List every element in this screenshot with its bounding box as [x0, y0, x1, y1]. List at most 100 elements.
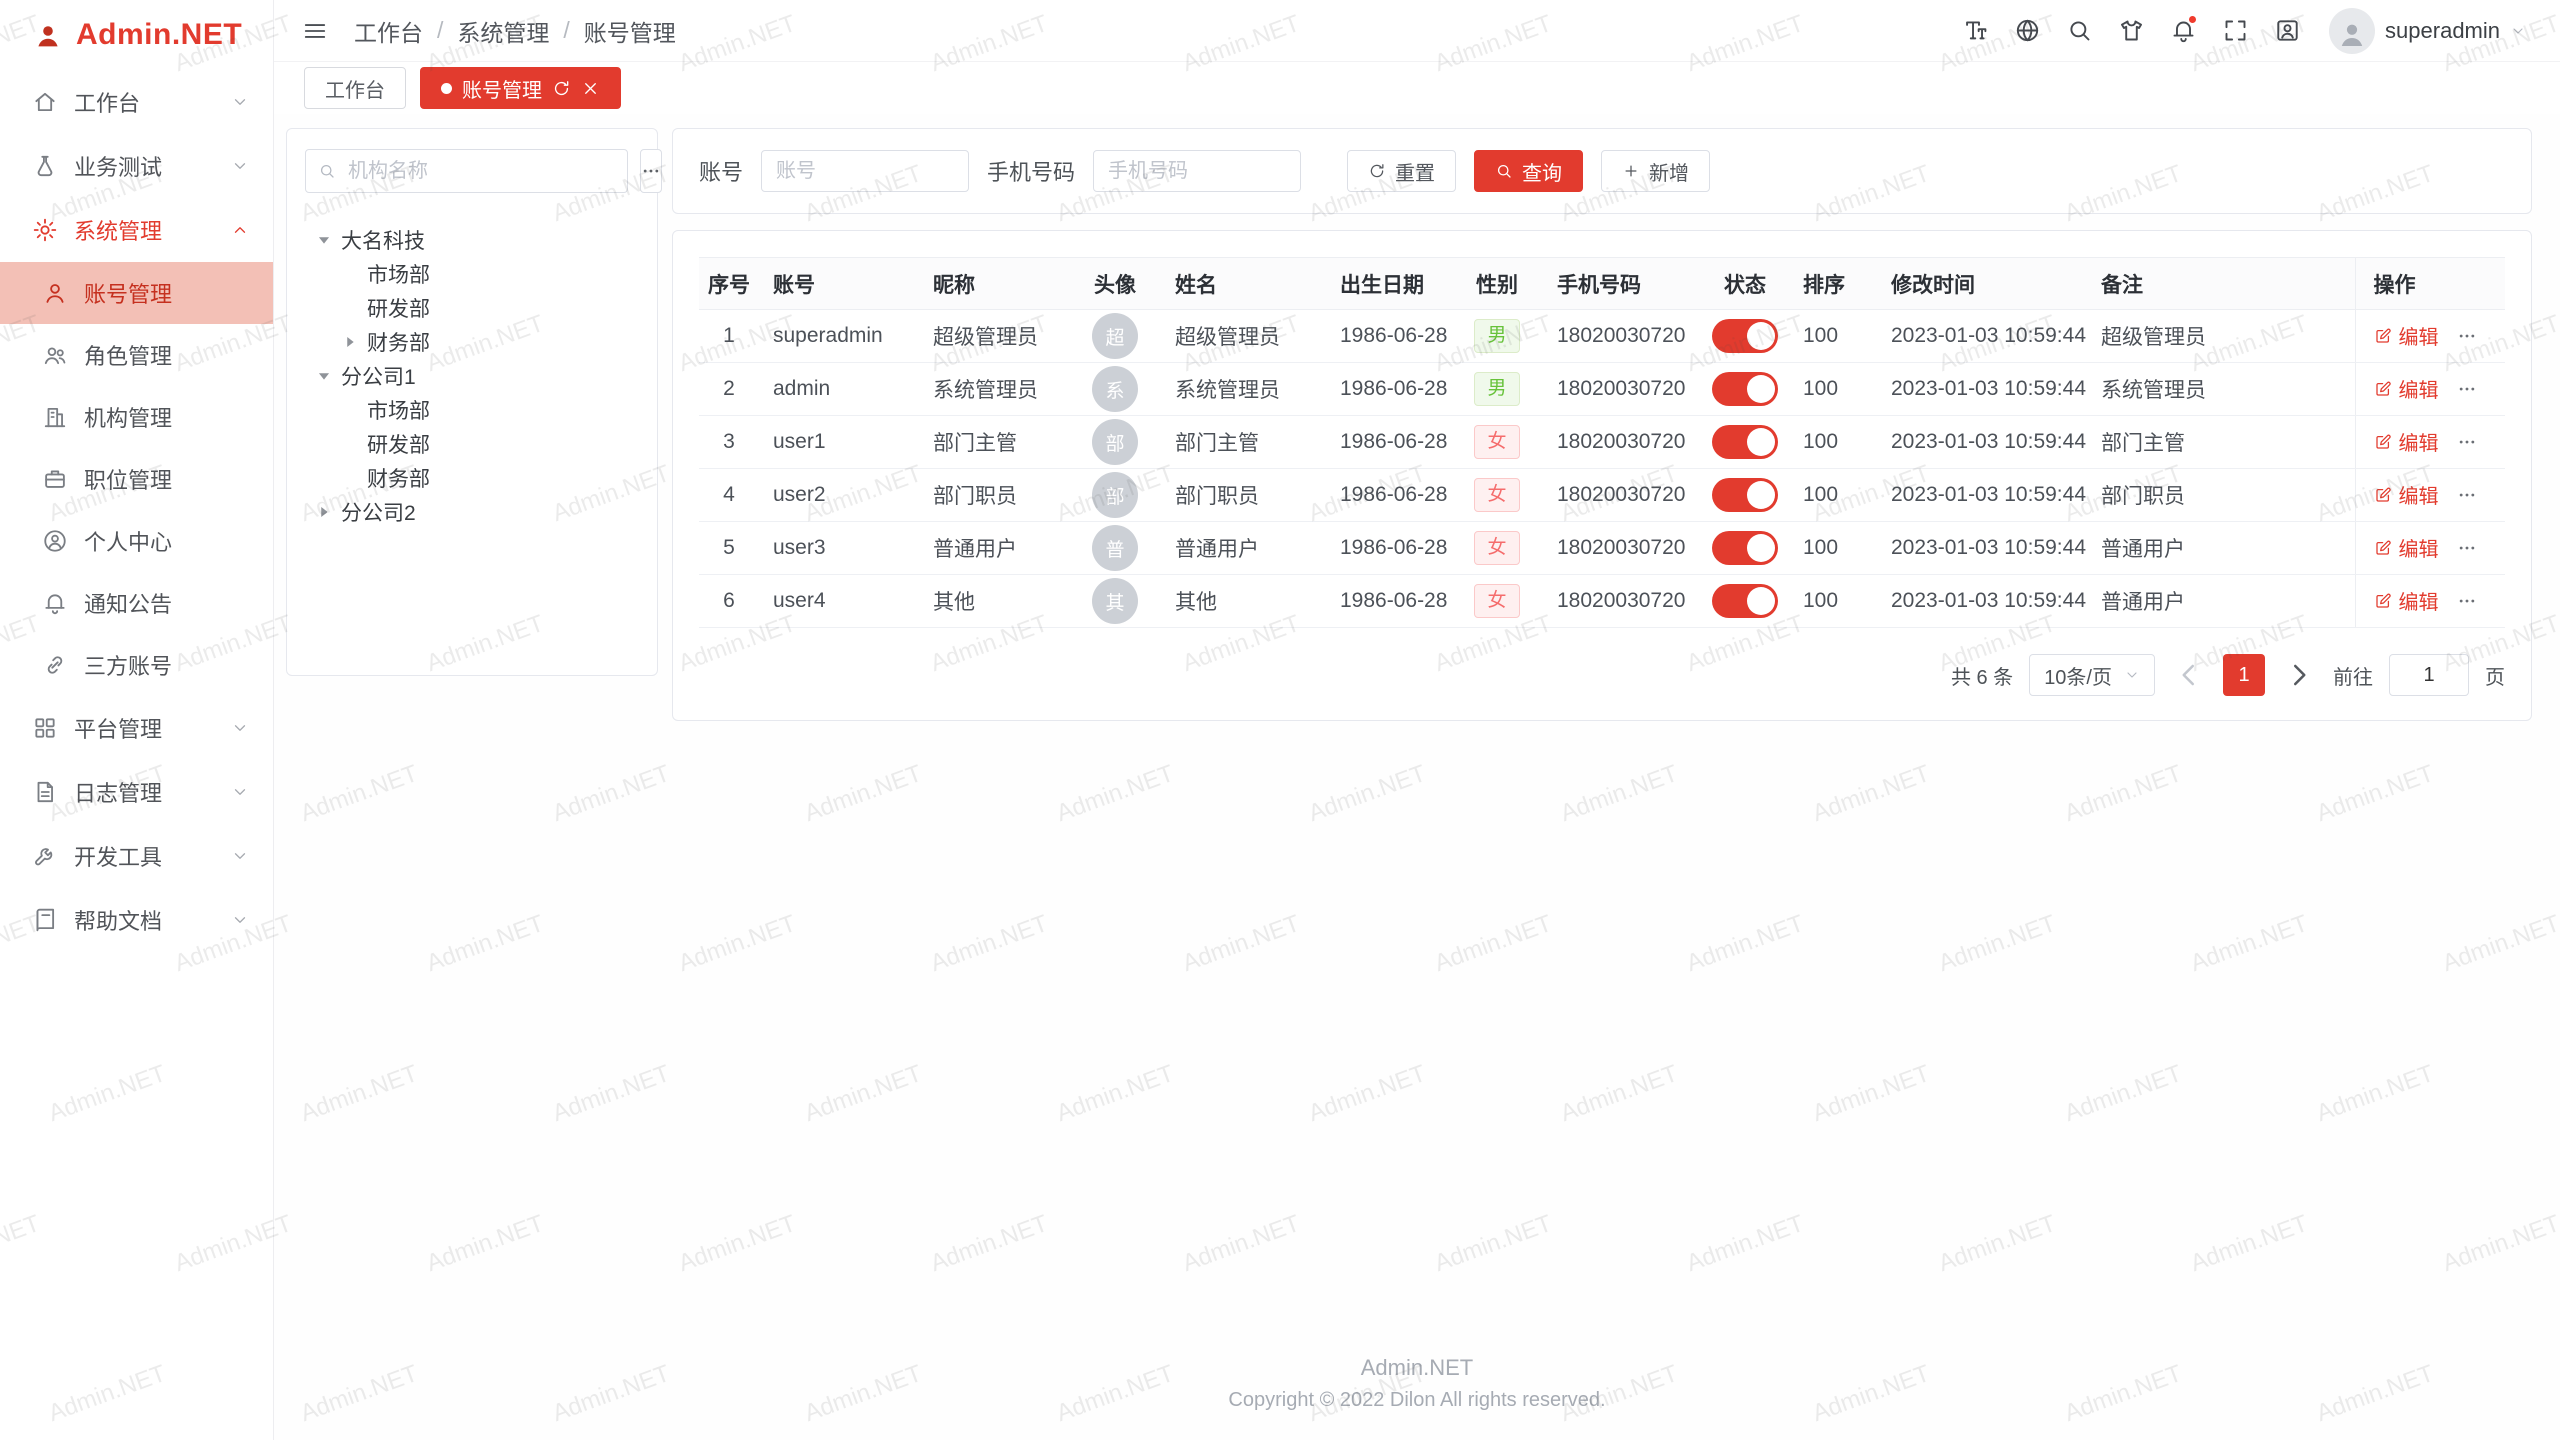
sidebar-item-platform-mgmt[interactable]: 平台管理: [0, 696, 273, 760]
status-toggle[interactable]: [1712, 584, 1778, 618]
row-remark: 系统管理员: [2101, 379, 2206, 402]
user-icon: [42, 280, 68, 306]
more-icon[interactable]: [2457, 538, 2477, 558]
phone-input[interactable]: [1093, 150, 1301, 192]
search-icon[interactable]: [2057, 9, 2101, 53]
table-row[interactable]: 1superadmin超级管理员超超级管理员1986-06-28男1802003…: [699, 310, 2505, 363]
tab-label: 工作台: [325, 74, 385, 103]
caret-down-icon[interactable]: [313, 229, 335, 251]
sidebar-item-org-mgmt[interactable]: 机构管理: [0, 386, 273, 448]
caret-right-icon[interactable]: [339, 331, 361, 353]
sidebar-item-personal-center[interactable]: 个人中心: [0, 510, 273, 572]
row-nickname: 部门职员: [933, 485, 1017, 508]
sidebar-item-third-party-account[interactable]: 三方账号: [0, 634, 273, 696]
account-label: 账号: [699, 155, 743, 187]
search-button[interactable]: 查询: [1474, 150, 1583, 192]
reset-button[interactable]: 重置: [1347, 150, 1456, 192]
table-row[interactable]: 4user2部门职员部部门职员1986-06-28女18020030720100…: [699, 469, 2505, 522]
more-icon[interactable]: [2457, 485, 2477, 505]
sidebar-item-notice[interactable]: 通知公告: [0, 572, 273, 634]
prev-page-button[interactable]: [2171, 657, 2207, 693]
font-size-icon[interactable]: [1953, 9, 1997, 53]
tab-account-mgmt[interactable]: 账号管理: [420, 67, 621, 109]
edit-button[interactable]: 编辑: [2374, 586, 2439, 615]
tree-node[interactable]: 市场部: [305, 393, 639, 427]
hamburger-icon[interactable]: [302, 18, 328, 44]
org-more-button[interactable]: [640, 149, 662, 193]
caret-down-icon[interactable]: [313, 365, 335, 387]
table-row[interactable]: 2admin系统管理员系系统管理员1986-06-28男180200307201…: [699, 363, 2505, 416]
more-icon[interactable]: [2457, 432, 2477, 452]
tab-refresh-icon[interactable]: [552, 79, 571, 98]
row-avatar: 普: [1092, 525, 1138, 571]
table-row[interactable]: 5user3普通用户普普通用户1986-06-28女18020030720100…: [699, 522, 2505, 575]
status-toggle[interactable]: [1712, 319, 1778, 353]
caret-right-icon[interactable]: [313, 501, 335, 523]
breadcrumb-item[interactable]: 账号管理: [584, 14, 676, 48]
status-toggle[interactable]: [1712, 372, 1778, 406]
tab-workbench[interactable]: 工作台: [304, 67, 406, 109]
edit-icon: [2374, 592, 2392, 610]
breadcrumb-item[interactable]: 系统管理: [457, 14, 549, 48]
status-toggle[interactable]: [1712, 425, 1778, 459]
sidebar-item-help-docs[interactable]: 帮助文档: [0, 888, 273, 952]
tab-label: 账号管理: [462, 74, 542, 103]
table-column-header: 状态: [1701, 258, 1789, 310]
tree-node[interactable]: 财务部: [305, 461, 639, 495]
table-header-row: 序号账号昵称头像姓名出生日期性别手机号码状态排序修改时间备注操作: [699, 258, 2505, 310]
row-name: 其他: [1175, 591, 1217, 614]
sidebar-item-position-mgmt[interactable]: 职位管理: [0, 448, 273, 510]
edit-button[interactable]: 编辑: [2374, 533, 2439, 562]
tree-node[interactable]: 分公司1: [305, 359, 639, 393]
tree-node[interactable]: 大名科技: [305, 223, 639, 257]
tree-node[interactable]: 财务部: [305, 325, 639, 359]
more-icon[interactable]: [2457, 379, 2477, 399]
sidebar-item-role-mgmt[interactable]: 角色管理: [0, 324, 273, 386]
tree-node[interactable]: 市场部: [305, 257, 639, 291]
sidebar-item-account-mgmt[interactable]: 账号管理: [0, 262, 273, 324]
status-toggle[interactable]: [1712, 478, 1778, 512]
row-sort: 100: [1803, 377, 1838, 400]
sidebar-item-business-test[interactable]: 业务测试: [0, 134, 273, 198]
edit-button[interactable]: 编辑: [2374, 480, 2439, 509]
row-birthday: 1986-06-28: [1340, 536, 1447, 559]
table-row[interactable]: 3user1部门主管部部门主管1986-06-28女18020030720100…: [699, 416, 2505, 469]
page-goto-input[interactable]: [2389, 654, 2469, 696]
sidebar-item-dev-tools[interactable]: 开发工具: [0, 824, 273, 888]
edit-button[interactable]: 编辑: [2374, 374, 2439, 403]
sidebar-item-workbench[interactable]: 工作台: [0, 70, 273, 134]
table-row[interactable]: 6user4其他其其他1986-06-28女180200307201002023…: [699, 575, 2505, 628]
add-button[interactable]: 新增: [1601, 150, 1710, 192]
bell-icon: [42, 590, 68, 616]
tree-node[interactable]: 研发部: [305, 291, 639, 325]
current-page[interactable]: 1: [2223, 654, 2265, 696]
sidebar-item-system-mgmt[interactable]: 系统管理: [0, 198, 273, 262]
more-icon[interactable]: [2457, 326, 2477, 346]
breadcrumb-item[interactable]: 工作台: [354, 14, 423, 48]
edit-button[interactable]: 编辑: [2374, 321, 2439, 350]
submenu: 账号管理角色管理机构管理职位管理个人中心通知公告三方账号: [0, 262, 273, 696]
tree-node-label: 市场部: [367, 259, 430, 289]
row-phone: 18020030720: [1557, 430, 1685, 453]
org-search-box[interactable]: [305, 149, 628, 193]
more-icon[interactable]: [2457, 591, 2477, 611]
sidebar-item-log-mgmt[interactable]: 日志管理: [0, 760, 273, 824]
next-page-button[interactable]: [2281, 657, 2317, 693]
edit-button[interactable]: 编辑: [2374, 427, 2439, 456]
status-toggle[interactable]: [1712, 531, 1778, 565]
page-size-select[interactable]: 10条/页: [2029, 654, 2155, 696]
sidebar: Admin.NET 工作台业务测试系统管理账号管理角色管理机构管理职位管理个人中…: [0, 0, 274, 1440]
profile-icon[interactable]: [2265, 9, 2309, 53]
tree-node[interactable]: 分公司2: [305, 495, 639, 529]
fullscreen-icon[interactable]: [2213, 9, 2257, 53]
language-icon[interactable]: [2005, 9, 2049, 53]
theme-icon[interactable]: [2109, 9, 2153, 53]
account-input[interactable]: [761, 150, 969, 192]
user-menu[interactable]: superadmin: [2329, 8, 2526, 54]
org-name-input[interactable]: [346, 159, 615, 184]
tree-node[interactable]: 研发部: [305, 427, 639, 461]
tab-close-icon[interactable]: [581, 79, 600, 98]
main-area: 工作台/系统管理/账号管理 superadmin 工作台账号管理: [274, 0, 2560, 1440]
notification-bell-icon[interactable]: [2161, 9, 2205, 53]
app-logo[interactable]: Admin.NET: [0, 0, 273, 70]
